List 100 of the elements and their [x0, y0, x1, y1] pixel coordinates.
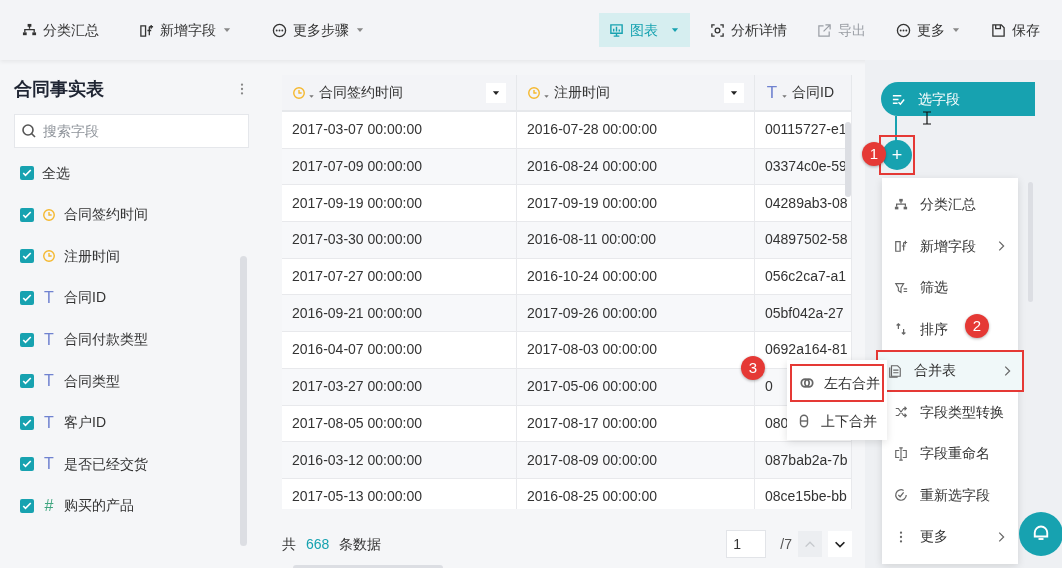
clock-icon — [42, 249, 56, 264]
checkbox[interactable] — [20, 291, 34, 305]
column-title: 合同签约时间 — [319, 83, 403, 102]
documents-icon — [888, 363, 902, 378]
checkbox[interactable] — [20, 498, 34, 513]
table-cell: 2017-07-27 00:00:00 — [282, 258, 517, 295]
column-title: 合同ID — [792, 83, 834, 102]
sidebar-title: 合同事实表 — [14, 77, 104, 101]
overlapping-circles-icon — [800, 376, 814, 390]
table-cell: 08ce15be-bb — [755, 478, 852, 509]
node-label: 选字段 — [918, 89, 960, 109]
sort-icon — [894, 322, 908, 337]
text-type-icon: T — [42, 452, 56, 477]
table-cell: 056c2ca7-a1 — [755, 258, 852, 295]
checkbox[interactable] — [20, 207, 34, 222]
field-label: 注册时间 — [64, 246, 120, 266]
step-badge: 1 — [862, 142, 886, 166]
field-label: 客户ID — [64, 413, 106, 433]
checkbox[interactable] — [20, 457, 34, 472]
toolbar-button[interactable]: 分析详情 — [700, 13, 797, 47]
table-cell: 2017-09-19 00:00:00 — [282, 185, 517, 222]
field-label: 合同付款类型 — [64, 330, 148, 350]
table-cell: 2016-08-25 00:00:00 — [517, 478, 755, 509]
add-column-icon — [894, 239, 908, 254]
toolbar-button[interactable]: 保存 — [981, 13, 1050, 47]
add-column-icon — [139, 22, 154, 38]
checkbox[interactable] — [20, 249, 34, 264]
focus-icon — [710, 22, 725, 38]
field-label: 合同签约时间 — [64, 205, 148, 225]
table-cell: 05bf042a-27 — [755, 295, 852, 332]
toolbar-button[interactable]: 新增字段 — [129, 13, 242, 47]
menu-item[interactable]: 分类汇总 — [882, 184, 986, 226]
number-type-icon: # — [42, 493, 56, 518]
table-cell: 2016-08-24 00:00:00 — [517, 148, 755, 185]
table-cell: 2016-09-21 00:00:00 — [282, 295, 517, 332]
record-count: 668 — [306, 534, 330, 554]
check-circle-icon — [894, 488, 908, 503]
toolbar-button[interactable]: 更多步骤 — [262, 13, 375, 47]
checkbox[interactable] — [20, 415, 34, 430]
more-icon — [896, 22, 911, 38]
menu-item[interactable]: 排序 — [882, 308, 958, 350]
field-label: 购买的产品 — [64, 496, 134, 516]
table-cell: 2017-09-26 00:00:00 — [517, 295, 755, 332]
export-icon — [817, 22, 832, 38]
table-cell: 2017-08-05 00:00:00 — [282, 405, 517, 442]
menu-item[interactable]: 筛选 — [882, 267, 958, 309]
table-cell: 2017-03-07 00:00:00 — [282, 112, 517, 148]
text-type-icon: T — [765, 79, 779, 106]
save-icon — [991, 22, 1006, 38]
table-cell: 2017-03-30 00:00:00 — [282, 222, 517, 258]
dropdown-button[interactable] — [486, 82, 506, 103]
text-type-icon: T — [42, 286, 56, 310]
page-field[interactable]: 1 — [726, 530, 767, 559]
chart-icon — [609, 22, 624, 38]
table-cell: 2017-07-09 00:00:00 — [282, 148, 517, 185]
table-cell: 2017-08-09 00:00:00 — [517, 442, 755, 478]
table-cell: 2017-09-19 00:00:00 — [517, 185, 755, 222]
shuffle-icon — [894, 405, 908, 420]
scrollbar[interactable] — [240, 256, 247, 546]
clock-icon — [42, 207, 56, 222]
table-cell: 2016-03-12 00:00:00 — [282, 442, 517, 478]
toolbar-button[interactable]: 分类汇总 — [12, 13, 109, 47]
clock-icon — [292, 85, 306, 100]
menu-item[interactable]: 重新选字段 — [882, 474, 1000, 516]
table-cell: 087bab2a-7b — [755, 442, 852, 478]
text-type-icon: T — [42, 369, 56, 394]
column-title: 注册时间 — [554, 83, 610, 102]
caret-icon — [543, 93, 550, 100]
hierarchy-icon — [894, 197, 908, 212]
more-icon — [272, 22, 287, 38]
field-label: 全选 — [42, 163, 70, 183]
search-field[interactable]: 搜索字段 — [14, 114, 249, 148]
menu-item[interactable]: 更多 — [882, 516, 1018, 558]
capsule-icon — [797, 414, 811, 428]
footer-text: 条数据 — [339, 534, 382, 554]
field-label: 合同ID — [64, 288, 106, 308]
table-cell: 2017-08-17 00:00:00 — [517, 405, 755, 442]
table-cell: 2016-08-11 00:00:00 — [517, 222, 755, 258]
text-type-icon: T — [42, 410, 56, 435]
clock-icon — [527, 85, 541, 100]
table-cell: 2017-05-13 00:00:00 — [282, 478, 517, 509]
checkbox[interactable] — [20, 332, 34, 347]
scrollbar[interactable] — [845, 122, 851, 197]
chat-button[interactable] — [1019, 512, 1062, 556]
table-cell: 2017-03-27 00:00:00 — [282, 368, 517, 405]
toolbar-button[interactable]: 更多 — [886, 13, 971, 47]
dropdown-button[interactable] — [724, 82, 744, 103]
table-cell: 2016-07-28 00:00:00 — [517, 112, 755, 148]
table-cell: 2016-10-24 00:00:00 — [517, 258, 755, 295]
page-total: /7 — [780, 534, 792, 554]
page-down-button[interactable] — [828, 531, 852, 558]
table-cell: 04897502-58 — [755, 222, 852, 258]
field-label: 是否已经交货 — [64, 454, 148, 474]
checkbox[interactable] — [20, 374, 34, 389]
menu-item[interactable]: 新增字段 — [882, 225, 1018, 267]
search-icon — [21, 123, 37, 139]
text-type-icon: T — [42, 327, 56, 352]
caret-icon — [781, 93, 788, 100]
checkbox[interactable] — [20, 166, 34, 180]
menu-item[interactable]: 左右合并 — [790, 364, 884, 402]
